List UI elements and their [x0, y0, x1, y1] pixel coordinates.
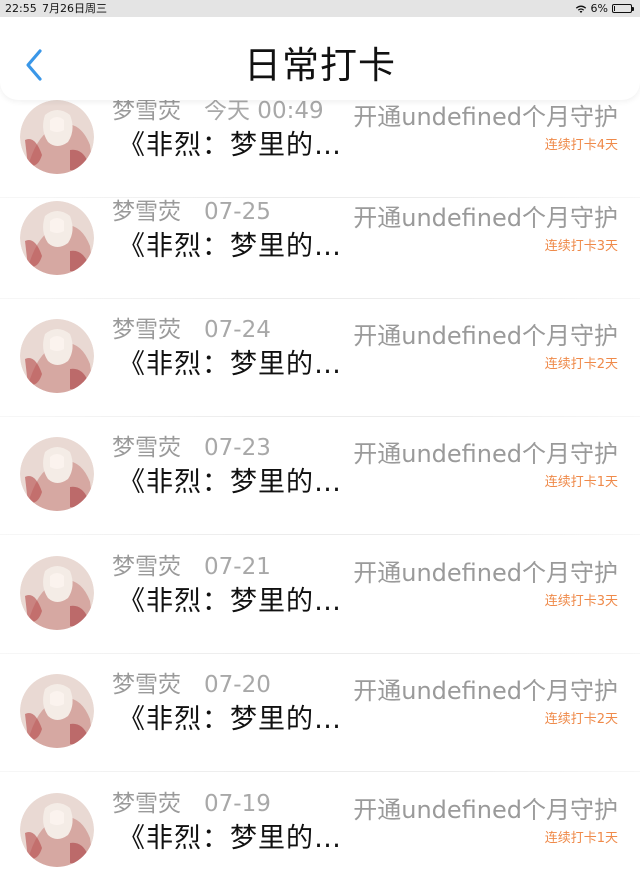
guard-text: 开通undefined个月守护 [353, 559, 618, 587]
streak-badge: 连续打卡1天 [544, 831, 618, 846]
entry-date: 今天 00:49 [204, 98, 324, 124]
status-time: 22:55 [5, 2, 37, 15]
entry-date: 07-21 [204, 554, 271, 580]
author-name: 梦雪荧 [112, 554, 181, 580]
divider [0, 534, 640, 535]
list-item[interactable]: 梦雪荧 07-20 开通undefined个月守护 《非烈：梦里的… 连续打卡2… [0, 654, 640, 772]
guard-text: 开通undefined个月守护 [353, 440, 618, 468]
streak-badge: 连续打卡3天 [544, 239, 618, 254]
author-name: 梦雪荧 [112, 791, 181, 817]
entry-title: 《非烈：梦里的… [118, 467, 342, 498]
entry-title: 《非烈：梦里的… [118, 231, 342, 262]
streak-badge: 连续打卡2天 [544, 357, 618, 372]
author-name: 梦雪荧 [112, 199, 181, 225]
entry-title: 《非烈：梦里的… [118, 704, 342, 735]
status-bar: 22:55 7月26日周三 6% [0, 0, 640, 17]
guard-text: 开通undefined个月守护 [353, 796, 618, 824]
entry-date: 07-25 [204, 199, 271, 225]
list-item[interactable]: 梦雪荧 07-24 开通undefined个月守护 《非烈：梦里的… 连续打卡2… [0, 299, 640, 417]
guard-text: 开通undefined个月守护 [353, 103, 618, 131]
list-item[interactable]: 梦雪荧 07-21 开通undefined个月守护 《非烈：梦里的… 连续打卡3… [0, 536, 640, 654]
entry-title: 《非烈：梦里的… [118, 586, 342, 617]
battery-percent: 6% [590, 2, 608, 15]
guard-text: 开通undefined个月守护 [353, 322, 618, 350]
wifi-icon [575, 5, 586, 13]
avatar [20, 100, 94, 174]
author-name: 梦雪荧 [112, 317, 181, 343]
author-name: 梦雪荧 [112, 435, 181, 461]
list-item[interactable]: 梦雪荧 07-25 开通undefined个月守护 《非烈：梦里的… 连续打卡3… [0, 181, 640, 299]
streak-badge: 连续打卡4天 [544, 138, 618, 153]
entry-title: 《非烈：梦里的… [118, 130, 342, 161]
list-item[interactable]: 梦雪荧 07-23 开通undefined个月守护 《非烈：梦里的… 连续打卡1… [0, 417, 640, 535]
entry-date: 07-24 [204, 317, 271, 343]
streak-badge: 连续打卡3天 [544, 594, 618, 609]
page-title: 日常打卡 [244, 44, 396, 87]
streak-badge: 连续打卡2天 [544, 712, 618, 727]
entry-title: 《非烈：梦里的… [118, 349, 342, 380]
battery-icon [612, 4, 634, 13]
author-name: 梦雪荧 [112, 672, 181, 698]
divider [0, 771, 640, 772]
avatar [20, 319, 94, 393]
guard-text: 开通undefined个月守护 [353, 204, 618, 232]
avatar [20, 793, 94, 867]
avatar [20, 556, 94, 630]
entry-date: 07-23 [204, 435, 271, 461]
avatar [20, 201, 94, 275]
nav-bar: 日常打卡 [0, 17, 640, 100]
entry-title: 《非烈：梦里的… [118, 823, 342, 854]
author-name: 梦雪荧 [112, 98, 181, 124]
battery-level [614, 6, 615, 11]
avatar [20, 437, 94, 511]
entry-date: 07-20 [204, 672, 271, 698]
status-date: 7月26日周三 [42, 2, 107, 15]
list-item[interactable]: 梦雪荧 07-19 开通undefined个月守护 《非烈：梦里的… 连续打卡1… [0, 773, 640, 891]
streak-badge: 连续打卡1天 [544, 475, 618, 490]
avatar [20, 674, 94, 748]
status-right: 6% [575, 0, 634, 17]
entry-date: 07-19 [204, 791, 271, 817]
guard-text: 开通undefined个月守护 [353, 677, 618, 705]
